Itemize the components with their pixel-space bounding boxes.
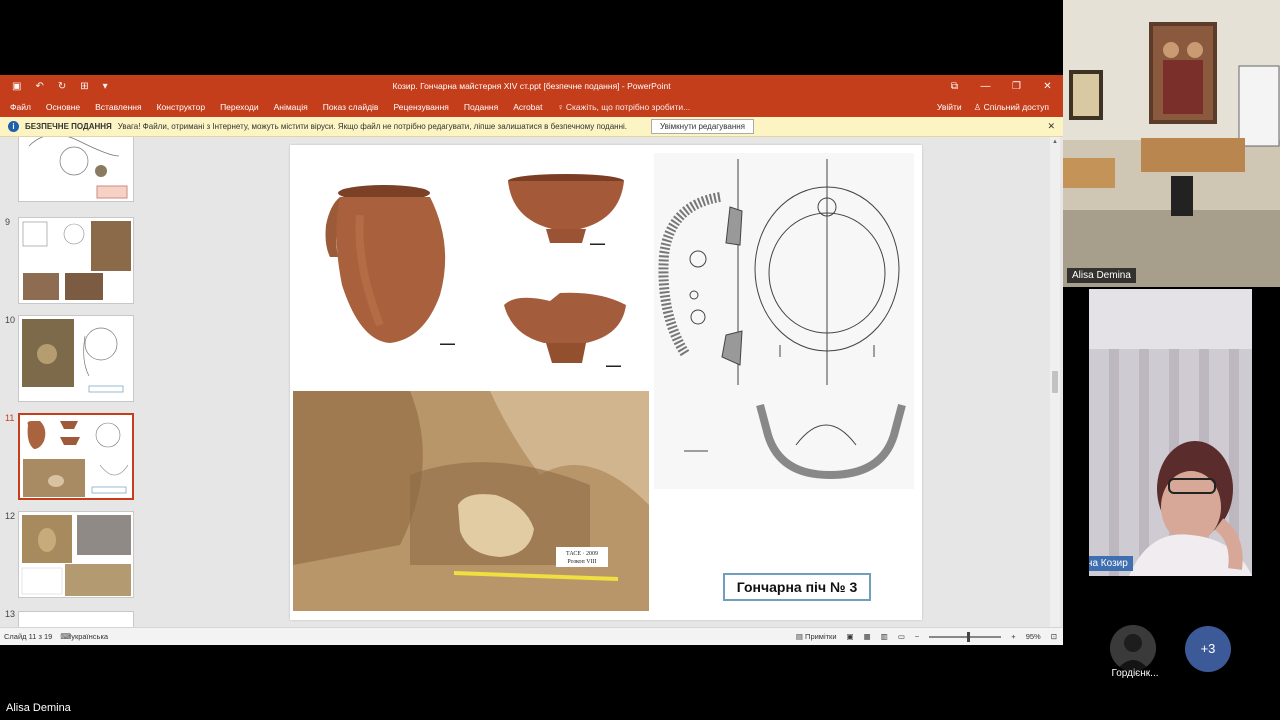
slide-number: 13	[5, 609, 16, 619]
dismiss-bar-icon[interactable]: ✕	[1047, 121, 1063, 132]
slideshow-view-icon[interactable]: ▭	[898, 632, 905, 641]
slide-thumbnail-11[interactable]	[18, 413, 134, 500]
slide-number: 10	[5, 315, 16, 325]
window-controls: ⧉ — ❐ ✕	[939, 81, 1063, 92]
tab-home[interactable]: Основне	[46, 102, 80, 112]
spellcheck-icon[interactable]: ⌨	[60, 632, 71, 641]
slide-11: ▬▬▬ ▬▬▬ ▬▬▬ ТАСЕ · 2009 Розкоп VIII Гонч…	[290, 145, 922, 620]
protected-view-header: БЕЗПЕЧНЕ ПОДАННЯ	[25, 122, 112, 131]
slideshow-icon[interactable]: ⊞	[80, 81, 88, 92]
ribbon-tabs: Файл Основне Вставлення Конструктор Пере…	[0, 97, 1063, 117]
normal-view-icon[interactable]: ▣	[847, 632, 854, 641]
share-label: Спільний доступ	[983, 101, 1049, 112]
slide-thumbnail-10[interactable]	[18, 315, 134, 402]
scroll-up-icon[interactable]: ▲	[1050, 137, 1060, 147]
notes-icon: ▤	[795, 632, 803, 641]
svg-text:▬▬▬: ▬▬▬	[606, 363, 621, 369]
zoom-in-icon[interactable]: +	[1011, 632, 1015, 641]
tab-view[interactable]: Подання	[464, 102, 498, 112]
tab-animations[interactable]: Анімація	[274, 102, 308, 112]
lightbulb-icon: ♀	[557, 102, 564, 112]
tab-file[interactable]: Файл	[10, 102, 31, 112]
tab-slideshow[interactable]: Показ слайдів	[323, 102, 379, 112]
protected-view-message: Увага! Файли, отримані з Інтернету, можу…	[117, 122, 628, 131]
sign-in-link[interactable]: Увійти	[937, 102, 962, 113]
share-button[interactable]: ♙ Спільний доступ	[974, 102, 1049, 113]
slide-thumbnail[interactable]	[18, 137, 134, 202]
jug-photo: ▬▬▬	[325, 185, 455, 347]
undo-icon[interactable]: ↶	[35, 81, 43, 92]
kiln-plan-drawing	[654, 153, 914, 489]
video-tile-alisa[interactable]: Alisa Demina	[1063, 0, 1280, 287]
slide-thumbnail-13[interactable]	[18, 611, 134, 627]
slide-canvas: ▬▬▬ ▬▬▬ ▬▬▬ ТАСЕ · 2009 Розкоп VIII Гонч…	[160, 137, 1060, 627]
protected-view-bar: i БЕЗПЕЧНЕ ПОДАННЯ Увага! Файли, отриман…	[0, 117, 1063, 137]
slide-thumbnail-9[interactable]	[18, 217, 134, 304]
redo-icon[interactable]: ↻	[58, 81, 66, 92]
notes-button[interactable]: ▤ Примітки	[796, 632, 837, 641]
slide-thumbnail-12[interactable]	[18, 511, 134, 598]
person-icon: ♙	[973, 101, 982, 112]
tab-transitions[interactable]: Переходи	[220, 102, 259, 112]
reading-view-icon[interactable]: ▥	[881, 632, 888, 641]
editor-workspace: 9 10 11 12 13 ▬▬▬ ▬▬▬ ▬▬▬ ТАСЕ · 2009 Ро…	[0, 137, 1063, 627]
notes-label: Примітки	[805, 632, 837, 641]
slide-caption: Гончарна піч № 3	[723, 573, 871, 601]
slide-sorter-icon[interactable]: ▦	[864, 632, 871, 641]
find-sign-line2: Розкоп VIII	[567, 559, 596, 565]
slide-number: 9	[5, 217, 11, 227]
status-bar: Слайд 11 з 19 ⌨ українська ▤ Примітки ▣ …	[0, 627, 1063, 645]
tab-insert[interactable]: Вставлення	[95, 102, 141, 112]
slide-number: 12	[5, 511, 16, 521]
customize-qat-icon[interactable]: ▾	[103, 81, 108, 92]
enable-editing-button[interactable]: Увімкнути редагування	[651, 119, 754, 134]
slide-thumbnails-pane[interactable]: 9 10 11 12 13	[0, 137, 148, 627]
zoom-out-icon[interactable]: −	[915, 632, 919, 641]
ribbon-display-icon[interactable]: ⧉	[939, 81, 970, 92]
close-icon[interactable]: ✕	[1032, 81, 1063, 92]
self-view-name: Alisa Demina	[6, 702, 71, 714]
slide-illustrations: ▬▬▬ ▬▬▬ ▬▬▬ ТАСЕ · 2009 Розкоп VIII	[293, 153, 914, 611]
scroll-thumb[interactable]	[1052, 371, 1058, 393]
zoom-slider[interactable]	[929, 631, 1002, 642]
tell-me-box[interactable]: Скажіть, що потрібно зробити...	[566, 102, 690, 112]
slide-number: 11	[5, 413, 15, 423]
more-participants-button[interactable]: +3	[1185, 626, 1231, 672]
avatar[interactable]	[1110, 625, 1156, 671]
svg-text:▬▬▬: ▬▬▬	[590, 241, 605, 247]
excavation-photo: ТАСЕ · 2009 Розкоп VIII	[293, 391, 649, 611]
bowl-photo-2: ▬▬▬	[504, 292, 626, 369]
powerpoint-window: ▣ ↶ ↻ ⊞ ▾ Козир. Гончарна майстерня XIV …	[0, 75, 1063, 645]
restore-icon[interactable]: ❐	[1001, 81, 1032, 92]
slide-counter: Слайд 11 з 19	[4, 632, 53, 641]
avatar-image	[1110, 625, 1156, 671]
tab-acrobat[interactable]: Acrobat	[513, 102, 542, 112]
bowl-photo-1: ▬▬▬	[508, 174, 624, 247]
find-sign-line1: ТАСЕ · 2009	[566, 551, 598, 557]
title-bar: ▣ ↶ ↻ ⊞ ▾ Козир. Гончарна майстерня XIV …	[0, 75, 1063, 97]
room-video	[1063, 0, 1280, 287]
tab-design[interactable]: Конструктор	[157, 102, 205, 112]
speaker-video	[1089, 289, 1252, 576]
meeting-screen: ▣ ↶ ↻ ⊞ ▾ Козир. Гончарна майстерня XIV …	[0, 0, 1280, 720]
svg-text:▬▬▬: ▬▬▬	[440, 341, 455, 347]
info-icon: i	[8, 121, 19, 132]
zoom-thumb[interactable]	[967, 631, 971, 642]
language-label[interactable]: українська	[71, 632, 108, 641]
quick-access-toolbar: ▣ ↶ ↻ ⊞ ▾	[0, 81, 170, 92]
zoom-level[interactable]: 95%	[1026, 632, 1041, 641]
participant-name: Alisa Demina	[1067, 268, 1136, 283]
participant-name: Ірина Козир	[1089, 556, 1133, 571]
fit-to-window-icon[interactable]: ⊡	[1051, 632, 1057, 641]
save-icon[interactable]: ▣	[12, 81, 21, 92]
slide-scrollbar[interactable]: ▲	[1050, 137, 1060, 627]
video-tile-speaker[interactable]: Ірина Козир	[1089, 289, 1252, 576]
tab-review[interactable]: Рецензування	[393, 102, 448, 112]
participant-name: Гордієнк...	[1111, 668, 1159, 679]
minimize-icon[interactable]: —	[970, 81, 1001, 92]
